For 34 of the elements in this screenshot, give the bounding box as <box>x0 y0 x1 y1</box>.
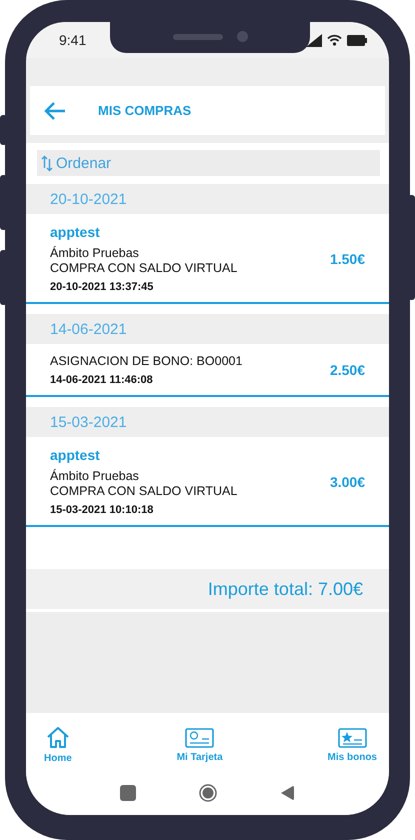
home-icon <box>46 726 70 749</box>
sort-arrows-icon <box>41 154 53 172</box>
nav-tab[interactable]: Mi Tarjeta <box>176 728 223 762</box>
home-circle-icon[interactable] <box>198 784 217 802</box>
back-arrow-icon[interactable] <box>44 102 66 120</box>
purchase-timestamp: 14-06-2021 11:46:08 <box>50 374 154 386</box>
purchase-amount: 2.50€ <box>330 362 365 378</box>
page-title: MIS COMPRAS <box>98 103 192 118</box>
merchant-name: apptest <box>50 447 101 463</box>
sort-button[interactable]: Ordenar <box>37 150 380 176</box>
purchase-timestamp: 15-03-2021 10:10:18 <box>50 504 154 516</box>
nav-tab[interactable]: Home <box>44 726 72 764</box>
wifi-icon <box>327 34 342 46</box>
purchase-concept: ASIGNACION DE BONO: BO0001 <box>50 354 242 369</box>
purchase-amount: 1.50€ <box>330 250 365 266</box>
status-time: 9:41 <box>59 32 86 48</box>
star-card-icon <box>338 728 367 748</box>
purchase-concept: COMPRA CON SALDO VIRTUAL <box>50 261 238 276</box>
purchase-timestamp: 20-10-2021 13:37:45 <box>50 281 154 293</box>
battery-icon <box>347 34 367 46</box>
purchase-area: Ámbito Pruebas <box>50 469 238 484</box>
group-date: 14-06-2021 <box>50 320 127 338</box>
purchase-area: Ámbito Pruebas <box>50 246 238 261</box>
signal-icon <box>306 34 322 46</box>
id-card-icon <box>185 728 214 748</box>
group-date: 20-10-2021 <box>50 190 127 208</box>
purchase-amount: 3.00€ <box>330 474 365 490</box>
back-triangle-icon[interactable] <box>280 785 296 801</box>
total-amount: Importe total: 7.00€ <box>208 578 363 600</box>
merchant-name: apptest <box>50 224 101 240</box>
group-date: 15-03-2021 <box>50 414 127 430</box>
purchase-concept: COMPRA CON SALDO VIRTUAL <box>50 484 238 499</box>
recents-icon[interactable] <box>120 785 136 801</box>
nav-tab[interactable]: Mis bonos <box>328 728 377 762</box>
